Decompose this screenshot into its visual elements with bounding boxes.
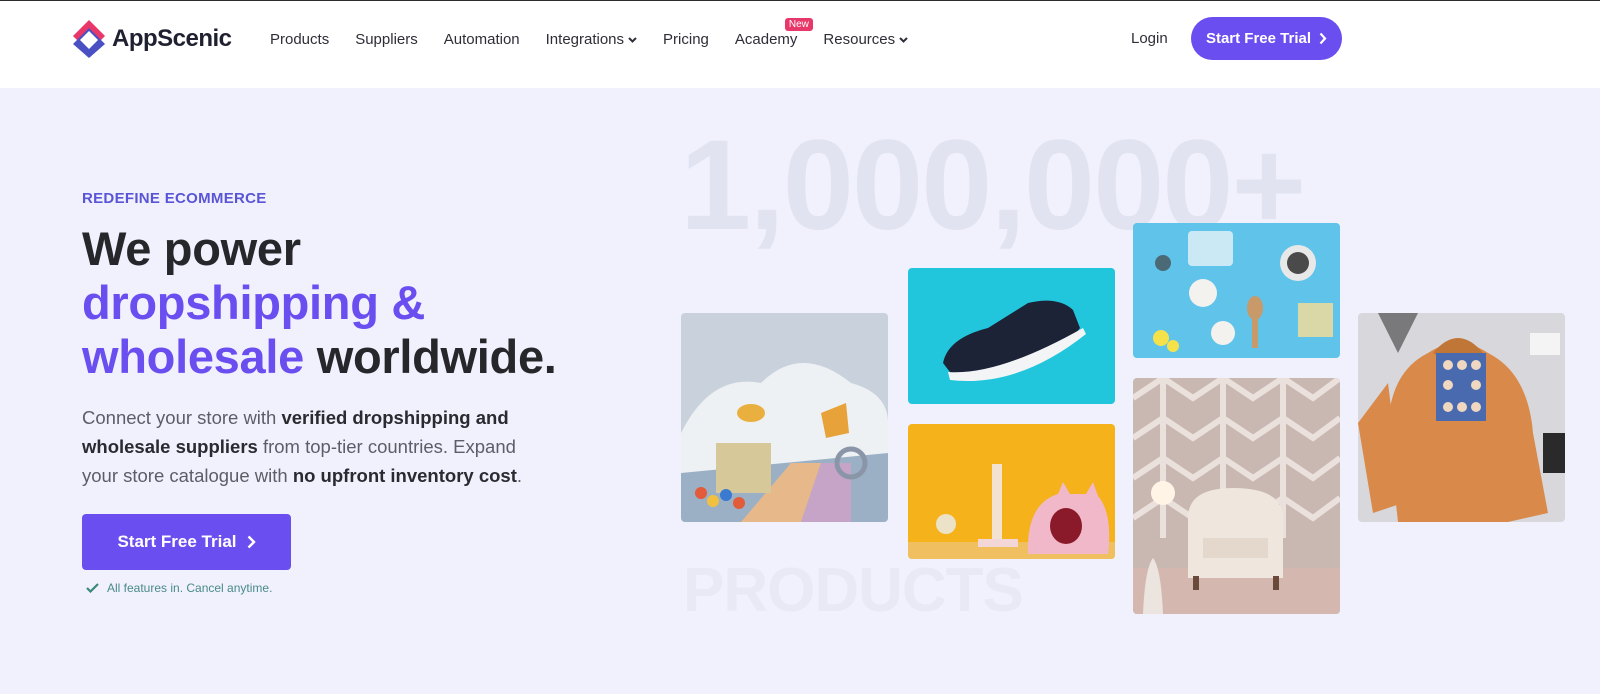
product-image-sneaker [908, 268, 1115, 404]
product-image-armchair [1133, 378, 1340, 614]
trial-note: All features in. Cancel anytime. [86, 581, 272, 595]
chevron-right-icon [247, 535, 256, 549]
brand-name: AppScenic [112, 25, 232, 52]
nav-item-products[interactable]: Products [270, 31, 329, 48]
hero-start-trial-button[interactable]: Start Free Trial [82, 514, 291, 570]
headline-line-3-rest: worldwide. [316, 330, 557, 383]
nav-label: Pricing [663, 31, 709, 48]
brand-logo[interactable]: AppScenic [72, 19, 232, 59]
chevron-down-icon [628, 36, 637, 43]
nav-item-integrations[interactable]: Integrations [546, 31, 637, 48]
chevron-right-icon [1319, 32, 1327, 45]
product-image-kids-toys [681, 313, 888, 522]
nav-item-suppliers[interactable]: Suppliers [355, 31, 418, 48]
chevron-down-icon [899, 36, 908, 43]
nav-item-resources[interactable]: Resources [823, 31, 908, 48]
nav-item-automation[interactable]: Automation [444, 31, 520, 48]
button-label: Start Free Trial [1205, 30, 1312, 47]
appscenic-logo-icon [73, 20, 105, 58]
nav-label: Integrations [545, 31, 625, 48]
login-link[interactable]: Login [1131, 30, 1168, 47]
checkmark-icon [86, 583, 99, 593]
nav-item-pricing[interactable]: Pricing [663, 31, 709, 48]
nav-label: Academy [734, 31, 798, 48]
nav-label: Products [270, 31, 330, 48]
header-start-trial-button[interactable]: Start Free Trial [1191, 17, 1342, 60]
desc-part: Connect your store with [82, 407, 282, 428]
nav-item-academy[interactable]: Academy New [734, 18, 813, 48]
main-nav: Products Suppliers Automation Integratio… [270, 18, 934, 48]
product-image-cosmetics [1133, 223, 1340, 358]
new-badge: New [784, 18, 813, 31]
site-header: AppScenic Products Suppliers Automation … [0, 0, 1600, 88]
hero-description: Connect your store with verified dropshi… [82, 403, 552, 490]
headline-highlight-1: dropshipping & [82, 276, 426, 329]
nav-label: Automation [443, 31, 520, 48]
product-image-cat-furniture [908, 424, 1115, 559]
hero-eyebrow: REDEFINE ECOMMERCE [82, 190, 267, 207]
desc-part: . [516, 465, 523, 486]
product-image-hoodie [1358, 313, 1565, 522]
trial-note-text: All features in. Cancel anytime. [107, 581, 273, 595]
hero-headline: We power dropshipping & wholesale worldw… [82, 222, 557, 384]
nav-label: Resources [823, 31, 896, 48]
products-watermark: PRODUCTS [683, 556, 1024, 625]
button-label: Start Free Trial [117, 532, 237, 551]
desc-bold: no upfront inventory cost [292, 465, 517, 486]
headline-line-1: We power [82, 222, 301, 275]
headline-highlight-2: wholesale [82, 330, 304, 383]
nav-label: Suppliers [355, 31, 418, 48]
